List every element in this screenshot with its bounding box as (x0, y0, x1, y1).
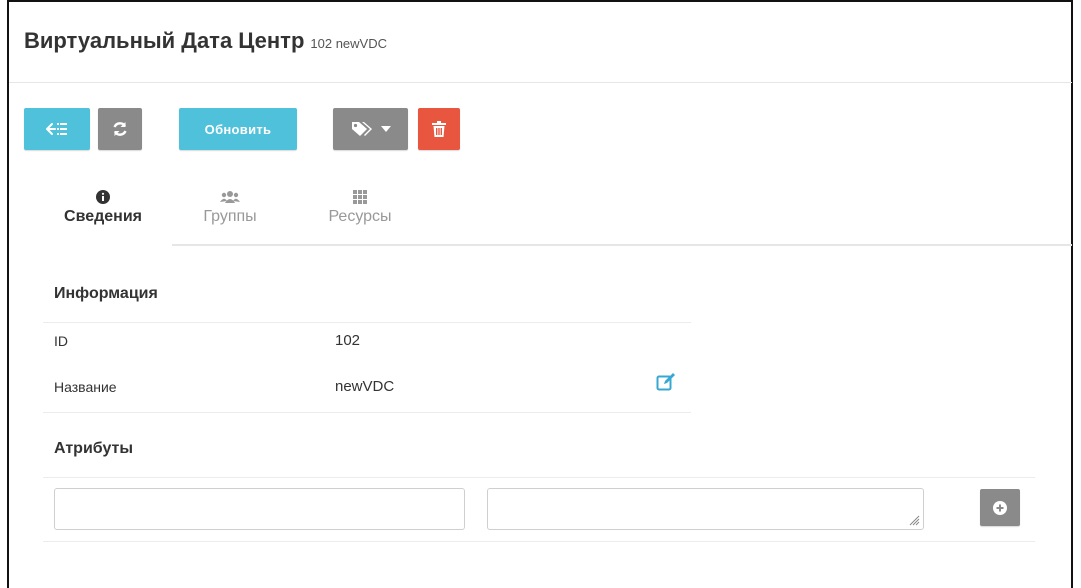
trash-icon (432, 121, 446, 137)
tab-groups[interactable]: Группы (180, 188, 280, 226)
arrow-left-list-icon (46, 123, 67, 135)
add-attribute-button[interactable] (980, 489, 1020, 526)
info-row-name-label: Название (54, 379, 117, 395)
tab-groups-label: Группы (203, 208, 257, 225)
refresh-icon (113, 122, 127, 136)
delete-button[interactable] (418, 108, 460, 150)
tab-info[interactable]: Сведения (48, 188, 158, 226)
tags-icon (351, 122, 372, 136)
tab-info-label: Сведения (64, 208, 142, 225)
tab-resources-label: Ресурсы (328, 208, 392, 225)
info-divider-top (43, 322, 691, 323)
update-button[interactable]: Обновить (179, 108, 297, 150)
info-row-name-value: newVDC (335, 378, 395, 395)
attributes-divider-bottom (43, 541, 1035, 542)
labels-dropdown-button[interactable] (333, 108, 408, 150)
attributes-section-title: Атрибуты (54, 440, 134, 457)
grid-icon (353, 190, 367, 204)
page-title-main: Виртуальный Дата Центр (24, 28, 305, 53)
info-row-id-value: 102 (335, 332, 361, 349)
page-title-subtitle: 102 newVDC (310, 36, 387, 51)
resize-grip-icon[interactable] (908, 514, 920, 526)
plus-circle-icon (993, 500, 1007, 515)
caret-down-icon (380, 126, 391, 132)
tabs-divider (172, 244, 1072, 246)
tab-resources[interactable]: Ресурсы (305, 188, 415, 226)
page-title: Виртуальный Дата Центр 102 newVDC (24, 28, 387, 54)
info-circle-icon (96, 190, 110, 204)
info-row-id-label: ID (54, 333, 68, 349)
info-divider-bottom (43, 412, 691, 413)
header-divider (9, 82, 1072, 83)
attribute-value-textarea[interactable] (487, 488, 924, 530)
users-icon (220, 191, 240, 203)
edit-icon[interactable] (656, 372, 678, 392)
refresh-button[interactable] (98, 108, 142, 150)
attribute-key-input[interactable] (54, 488, 465, 530)
attributes-divider-top (43, 477, 1035, 478)
info-section-title: Информация (54, 285, 158, 302)
back-to-list-button[interactable] (24, 108, 90, 150)
